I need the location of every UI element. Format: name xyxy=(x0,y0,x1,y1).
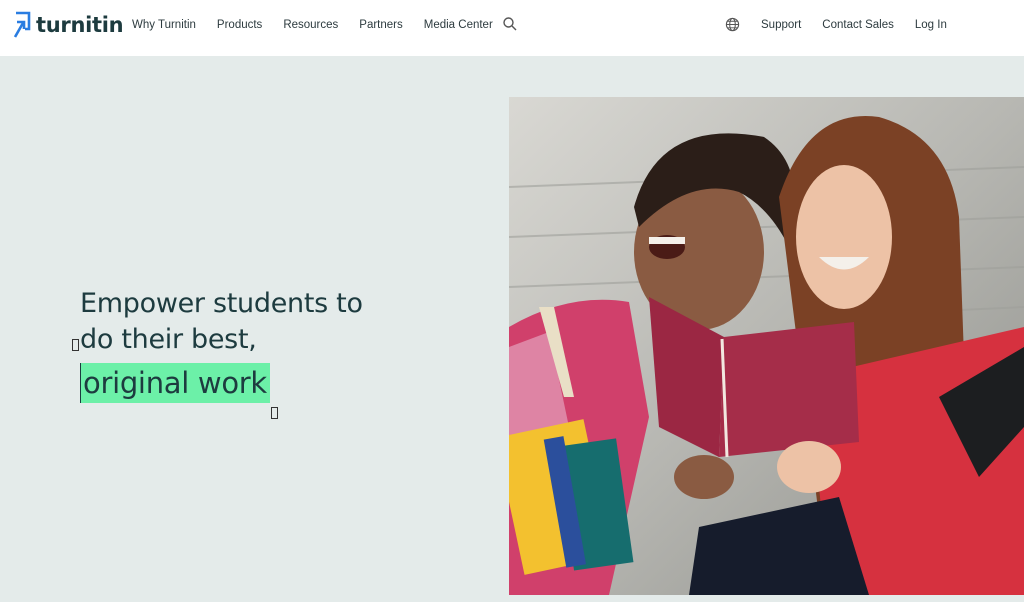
main-nav: Why Turnitin Products Resources Partners… xyxy=(132,18,514,32)
nav-products[interactable]: Products xyxy=(217,18,262,32)
nav-partners[interactable]: Partners xyxy=(359,18,402,32)
nav-log-in[interactable]: Log In xyxy=(915,18,947,32)
nav-resources[interactable]: Resources xyxy=(283,18,338,32)
students-laughing-with-books-photo xyxy=(509,97,1024,595)
nav-contact-sales[interactable]: Contact Sales xyxy=(822,18,894,32)
hero-highlight-wrapper: original work xyxy=(72,339,278,419)
nav-why-turnitin[interactable]: Why Turnitin xyxy=(132,18,196,32)
logo-wordmark: turnitin xyxy=(36,13,124,37)
hero-line-1: Empower students to xyxy=(80,288,363,319)
hero-highlight-text: original work xyxy=(80,363,270,403)
globe-icon[interactable] xyxy=(725,17,740,32)
turnitin-logo[interactable]: turnitin xyxy=(13,11,124,39)
utility-nav: Support Contact Sales Log In xyxy=(761,18,968,32)
site-header: turnitin Why Turnitin Products Resources… xyxy=(0,0,1024,56)
text-cursor-handle-start xyxy=(72,339,79,351)
nav-media-center[interactable]: Media Center xyxy=(424,18,493,32)
hero-headline: Empower students to do their best, origi… xyxy=(72,286,363,419)
text-cursor-handle-end xyxy=(270,407,278,419)
search-icon[interactable] xyxy=(502,16,518,32)
hero-line-2: do their best, xyxy=(80,324,257,355)
turnitin-logo-icon xyxy=(13,11,31,38)
hero-photo-illustration xyxy=(509,97,1024,595)
nav-support[interactable]: Support xyxy=(761,18,801,32)
